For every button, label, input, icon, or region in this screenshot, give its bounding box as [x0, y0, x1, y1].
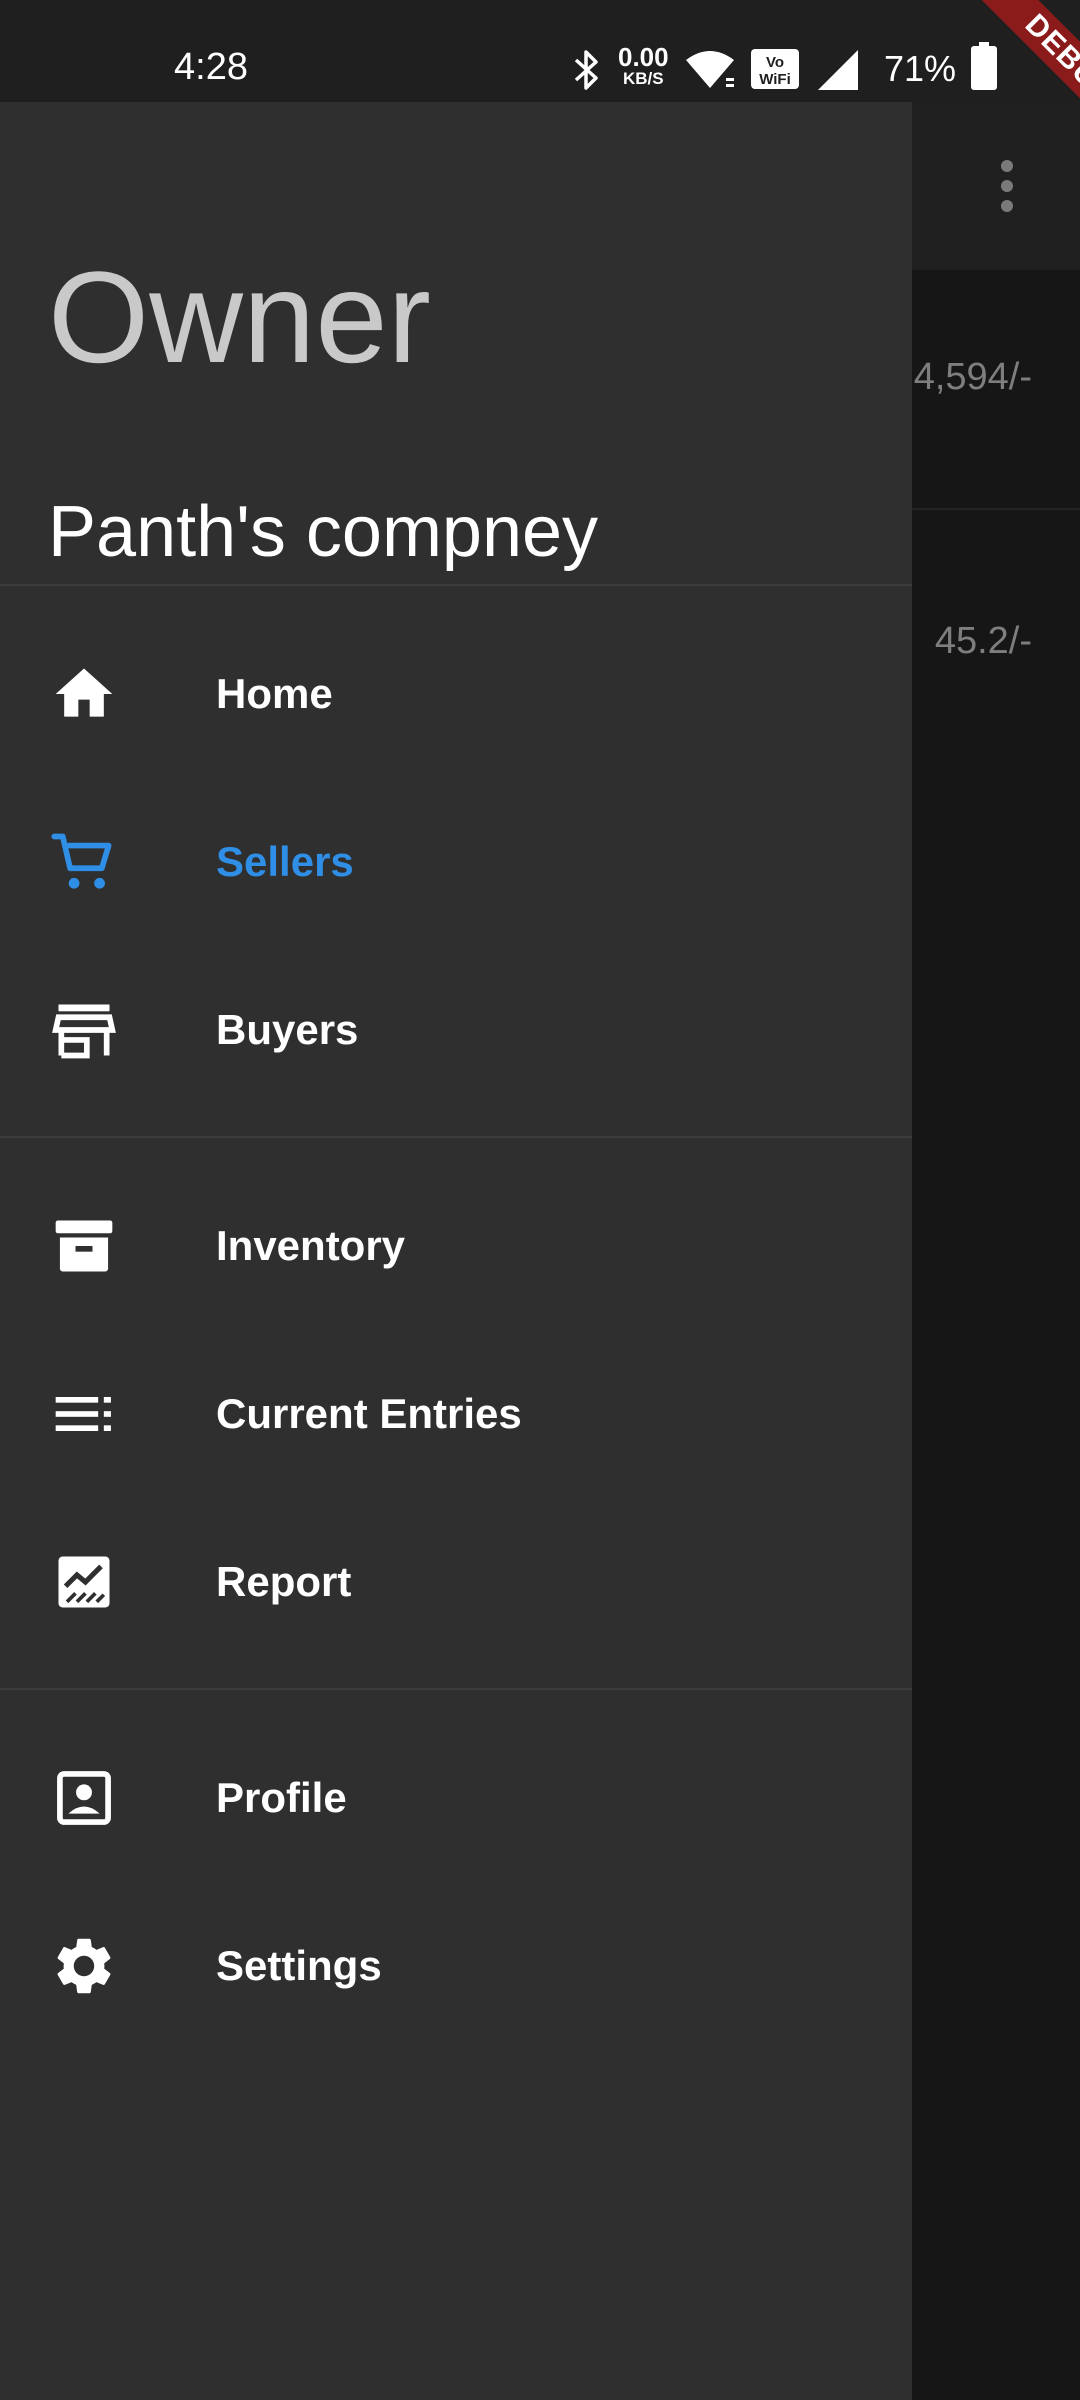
drawer-item-label: Home — [216, 670, 333, 717]
network-speed-value: 0.00 — [618, 42, 669, 72]
drawer-item-sellers[interactable]: Sellers — [0, 778, 912, 946]
navigation-drawer: Owner Panth's compney Home Sellers Buyer… — [0, 102, 912, 2400]
status-time: 4:28 — [174, 46, 248, 88]
wifi-icon — [686, 51, 734, 88]
drawer-item-label: Settings — [216, 1942, 382, 1989]
archive-icon — [55, 1220, 113, 1272]
more-options-icon[interactable] — [995, 160, 1019, 220]
network-speed: 0.00 KB/S — [618, 44, 669, 87]
svg-text:WiFi: WiFi — [759, 71, 791, 88]
drawer-item-buyers[interactable]: Buyers — [0, 946, 912, 1114]
drawer-divider — [0, 1688, 912, 1690]
drawer-item-current-entries[interactable]: Current Entries — [0, 1330, 912, 1498]
drawer-role-title: Owner — [48, 244, 431, 390]
signal-icon — [818, 50, 858, 90]
background-divider — [910, 508, 1080, 510]
drawer-item-report[interactable]: Report — [0, 1498, 912, 1666]
drawer-item-label: Buyers — [216, 1006, 359, 1053]
svg-text:Vo: Vo — [766, 54, 784, 71]
store-icon — [52, 1004, 116, 1059]
cart-icon — [51, 833, 112, 889]
battery-icon — [971, 42, 997, 90]
network-speed-unit: KB/S — [622, 69, 664, 88]
background-amount: 45.2/- — [934, 620, 1032, 662]
gear-icon — [57, 1938, 111, 1994]
drawer-item-label: Current Entries — [216, 1390, 522, 1437]
drawer-item-label: Profile — [216, 1774, 347, 1821]
drawer-item-settings[interactable]: Settings — [0, 1882, 912, 2050]
drawer-item-inventory[interactable]: Inventory — [0, 1162, 912, 1330]
drawer-item-home[interactable]: Home — [0, 610, 912, 778]
drawer-divider — [0, 1136, 912, 1138]
bluetooth-icon — [574, 50, 598, 90]
battery-percent: 71% — [884, 48, 957, 89]
chart-icon — [58, 1556, 110, 1608]
drawer-item-label: Sellers — [216, 838, 354, 885]
drawer-item-label: Report — [216, 1558, 352, 1605]
vowifi-icon: Vo WiFi — [751, 49, 799, 89]
drawer-item-label: Inventory — [216, 1222, 406, 1269]
home-icon — [55, 668, 113, 717]
status-bar: 4:28 0.00 KB/S Vo WiFi 71% — [0, 0, 1080, 102]
list-icon — [55, 1397, 111, 1431]
drawer-company-name: Panth's compney — [48, 492, 599, 572]
background-amount: 4,594/- — [913, 356, 1032, 398]
drawer-item-profile[interactable]: Profile — [0, 1714, 912, 1882]
profile-icon — [57, 1771, 111, 1825]
drawer-divider — [0, 584, 912, 586]
